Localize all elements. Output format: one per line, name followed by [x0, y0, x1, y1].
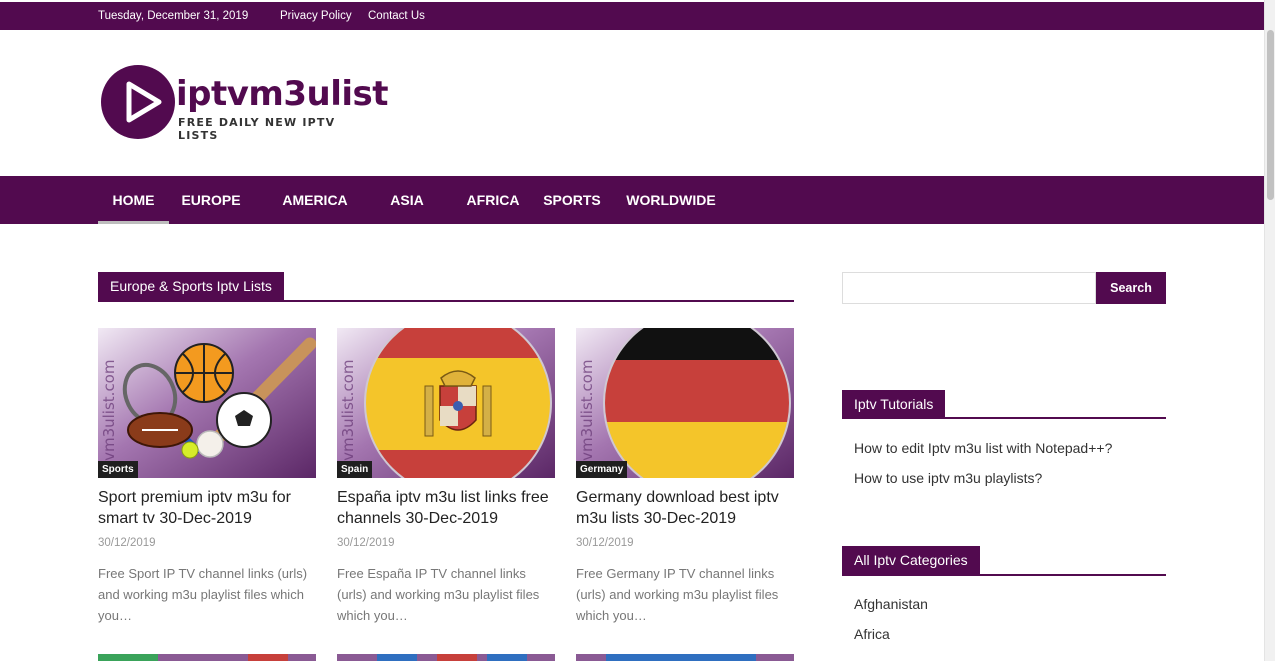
section-title[interactable]: Europe & Sports Iptv Lists: [98, 272, 284, 300]
section-header: Europe & Sports Iptv Lists: [98, 272, 794, 302]
category-badge[interactable]: Spain: [337, 461, 373, 478]
tutorial-link-notepad[interactable]: How to edit Iptv m3u list with Notepad++…: [854, 440, 1112, 456]
post-thumbnail-partial[interactable]: [576, 654, 794, 661]
category-link-africa[interactable]: Africa: [854, 626, 890, 642]
nav-asia[interactable]: ASIA: [382, 176, 432, 224]
page-scrollbar[interactable]: [1264, 0, 1275, 661]
category-link-afghanistan[interactable]: Afghanistan: [854, 596, 928, 612]
post-title[interactable]: España iptv m3u list links free channels…: [337, 487, 555, 529]
post-thumbnail-partial[interactable]: [98, 654, 316, 661]
post-thumbnail[interactable]: iptvm3ulist.com Sports: [98, 328, 316, 478]
post-title[interactable]: Sport premium iptv m3u for smart tv 30-D…: [98, 487, 316, 529]
spain-flag-image: iptvm3ulist.com: [337, 328, 555, 478]
play-logo-icon: [101, 65, 175, 139]
site-logo[interactable]: iptvm3ulist FREE DAILY NEW IPTV LISTS: [100, 64, 389, 144]
contact-us-link[interactable]: Contact Us: [368, 10, 425, 22]
logo-tagline: FREE DAILY NEW IPTV LISTS: [178, 116, 336, 142]
category-badge[interactable]: Germany: [576, 461, 628, 478]
tutorials-widget-header: Iptv Tutorials: [842, 390, 1166, 419]
nav-america[interactable]: AMERICA: [272, 176, 358, 224]
post-excerpt: Free España IP TV channel links (urls) a…: [337, 566, 540, 623]
categories-widget-title: All Iptv Categories: [842, 546, 980, 574]
post-excerpt: Free Germany IP TV channel links (urls) …: [576, 566, 779, 623]
nav-africa[interactable]: AFRICA: [458, 176, 528, 224]
tutorial-link-playlists[interactable]: How to use iptv m3u playlists?: [854, 470, 1042, 486]
main-nav: HOME EUROPE AMERICA ASIA AFRICA SPORTS W…: [0, 176, 1264, 224]
post-title[interactable]: Germany download best iptv m3u lists 30-…: [576, 487, 794, 529]
tutorials-widget-title: Iptv Tutorials: [842, 390, 946, 418]
post-thumbnail[interactable]: iptvm3ulist.com Germany: [576, 328, 794, 478]
search-button[interactable]: Search: [1096, 272, 1166, 304]
current-date: Tuesday, December 31, 2019: [98, 10, 249, 22]
sports-balls-image: iptvm3ulist.com: [98, 328, 316, 478]
search-input[interactable]: [842, 272, 1096, 304]
privacy-policy-link[interactable]: Privacy Policy: [280, 10, 352, 22]
top-bar: Tuesday, December 31, 2019 Privacy Polic…: [0, 2, 1264, 30]
post-card: iptvm3ulist.com Germany Germany download…: [576, 328, 794, 626]
nav-sports[interactable]: SPORTS: [538, 176, 606, 224]
nav-europe[interactable]: EUROPE: [175, 176, 247, 224]
logo-name: iptvm3ulist: [176, 74, 389, 114]
germany-flag-image: iptvm3ulist.com: [576, 328, 794, 478]
post-date: 30/12/2019: [576, 537, 634, 549]
post-card: iptvm3ulist.com Spain España iptv m3u li…: [337, 328, 555, 626]
post-date: 30/12/2019: [337, 537, 395, 549]
categories-widget-header: All Iptv Categories: [842, 546, 1166, 576]
nav-home[interactable]: HOME: [98, 176, 169, 224]
post-excerpt: Free Sport IP TV channel links (urls) an…: [98, 566, 308, 623]
post-thumbnail-partial[interactable]: [337, 654, 555, 661]
category-badge[interactable]: Sports: [98, 461, 138, 478]
scrollbar-thumb[interactable]: [1267, 30, 1274, 200]
post-card: iptvm3ulist.com Sports Sport premium ipt…: [98, 328, 316, 626]
post-thumbnail[interactable]: iptvm3ulist.com Spain: [337, 328, 555, 478]
nav-worldwide[interactable]: WORLDWIDE: [618, 176, 724, 224]
post-date: 30/12/2019: [98, 537, 156, 549]
